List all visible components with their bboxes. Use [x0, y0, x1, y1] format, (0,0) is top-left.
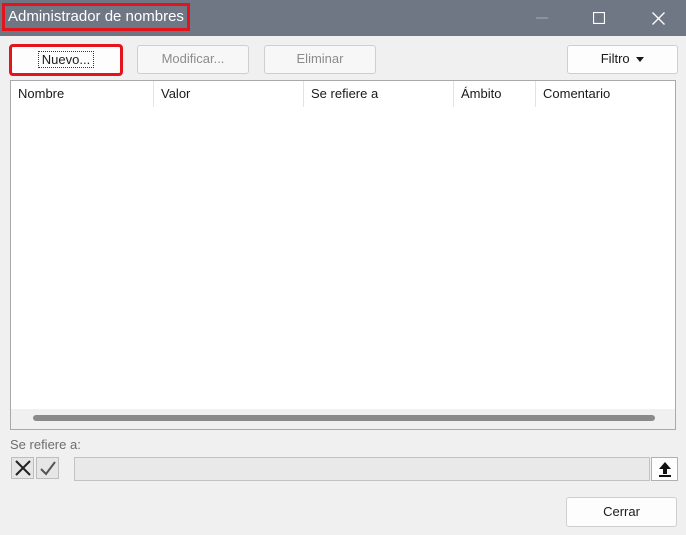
title-bar: Administrador de nombres — [0, 0, 686, 36]
column-header-comment[interactable]: Comentario — [536, 81, 675, 107]
filter-button-label: Filtro — [600, 51, 630, 66]
window-title: Administrador de nombres — [2, 3, 190, 31]
minimize-button[interactable] — [517, 0, 567, 36]
names-list[interactable]: Nombre Valor Se refiere a Ámbito Comenta… — [10, 80, 676, 430]
filter-button[interactable]: Filtro — [567, 45, 678, 74]
cancel-edit-button[interactable] — [11, 457, 34, 479]
maximize-icon — [593, 12, 605, 24]
x-icon — [14, 460, 31, 476]
check-icon — [39, 461, 56, 476]
caret-down-icon — [636, 57, 645, 63]
close-icon — [651, 11, 665, 25]
collapse-dialog-button[interactable] — [651, 457, 678, 481]
delete-name-button[interactable]: Eliminar — [264, 45, 376, 74]
refers-to-label: Se refiere a: — [10, 437, 81, 452]
maximize-button[interactable] — [574, 0, 624, 36]
edit-name-button[interactable]: Modificar... — [137, 45, 249, 74]
horizontal-scrollbar[interactable] — [11, 409, 675, 429]
column-header-refers-to[interactable]: Se refiere a — [304, 81, 454, 107]
minimize-icon — [536, 17, 548, 19]
new-name-button[interactable]: Nuevo... — [9, 44, 123, 76]
confirm-edit-button[interactable] — [36, 457, 59, 479]
refers-to-input[interactable] — [74, 457, 650, 481]
column-header-scope[interactable]: Ámbito — [454, 81, 536, 107]
upload-arrow-icon — [658, 462, 671, 477]
close-button[interactable]: Cerrar — [566, 497, 677, 527]
column-header-value[interactable]: Valor — [154, 81, 304, 107]
close-window-button[interactable] — [633, 0, 683, 36]
column-header-name[interactable]: Nombre — [11, 81, 154, 107]
new-name-button-label: Nuevo... — [37, 51, 95, 68]
scrollbar-thumb[interactable] — [33, 415, 655, 421]
